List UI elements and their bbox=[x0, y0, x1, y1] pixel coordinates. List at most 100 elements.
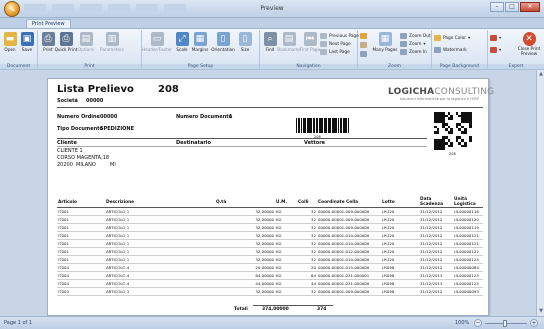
numero-documento-label: Numero Documento bbox=[176, 114, 233, 120]
pointer-tool-button[interactable] bbox=[360, 33, 367, 39]
table-cell: KG bbox=[275, 231, 297, 240]
last-page-button[interactable]: Last Page bbox=[320, 49, 350, 55]
page-color-dropdown[interactable]: Page Color ▾ bbox=[434, 35, 470, 41]
parameters-button[interactable]: ▥ Parameters bbox=[100, 32, 124, 52]
table-cell: 00000-00001-010-000000 bbox=[317, 255, 381, 264]
table-cell: 31/12/2012 bbox=[419, 247, 453, 256]
column-header: Unità Logistica bbox=[453, 197, 483, 208]
title-bar: ✎ Preview – □ ✕ bbox=[0, 0, 544, 18]
export-dropdown[interactable]: ▾ bbox=[490, 35, 501, 41]
table-cell: 32 bbox=[297, 223, 317, 232]
paint-bucket-icon bbox=[434, 35, 441, 41]
totals-quantity: 374,00000 bbox=[262, 307, 289, 312]
size-button[interactable]: ▯ Size bbox=[237, 32, 253, 52]
close-icon: ✕ bbox=[522, 32, 536, 46]
magnifier-icon bbox=[360, 51, 367, 57]
first-page-button[interactable]: ⏮ First Page bbox=[300, 32, 320, 52]
barcode-bar bbox=[296, 118, 298, 133]
table-cell: KG bbox=[275, 207, 297, 216]
table-row: IT001 ARTICOLO 1 32,00000 KG 32 00000-00001-0… bbox=[57, 231, 483, 240]
table-cell: 64 bbox=[297, 271, 317, 280]
magnifier-tool-button[interactable] bbox=[360, 51, 367, 57]
ribbon-group-zoom: ▦ Many Pages Zoom Out Zoom ▾ Zoom In Zoo… bbox=[358, 30, 432, 70]
zoom-in-button[interactable]: Zoom In bbox=[400, 49, 427, 55]
table-row: IT001 ARTICOLO 1 32,00000 KG 32 00000-00001-0… bbox=[57, 239, 483, 248]
table-cell: 00000-00001-009-000000 bbox=[317, 207, 381, 216]
table-cell: IT001 bbox=[57, 239, 105, 248]
hand-tool-button[interactable] bbox=[360, 42, 367, 48]
totals-label: Totali bbox=[234, 307, 248, 312]
divider bbox=[57, 138, 427, 139]
table-cell: 44,00000 bbox=[215, 279, 275, 288]
column-header: Colli bbox=[297, 197, 317, 208]
margins-button[interactable]: ▦ Margins bbox=[192, 32, 208, 52]
table-cell: 32 bbox=[297, 287, 317, 296]
next-page-button[interactable]: Next Page bbox=[320, 41, 351, 47]
table-cell: ARTICOLO 4 bbox=[105, 263, 215, 272]
header-footer-button[interactable]: ▭ Header/Footer bbox=[142, 32, 172, 52]
print-button[interactable]: ⎙ Print bbox=[40, 32, 56, 52]
barcode-bar bbox=[331, 118, 333, 133]
qr-module bbox=[469, 147, 472, 150]
table-cell: KG bbox=[275, 215, 297, 224]
close-window-button[interactable]: ✕ bbox=[520, 2, 540, 12]
scale-icon: ⤢ bbox=[175, 32, 189, 46]
page-indicator: Page 1 of 1 bbox=[4, 320, 33, 326]
bookmarks-button[interactable]: ▤ Bookmarks bbox=[277, 32, 301, 52]
scroll-down-icon[interactable]: ▼ bbox=[538, 308, 544, 315]
zoom-out-icon bbox=[400, 33, 407, 39]
many-pages-button[interactable]: ▦ Many Pages bbox=[373, 32, 397, 52]
zoom-slider-thumb[interactable] bbox=[503, 320, 507, 327]
table-cell: LR120 bbox=[381, 247, 419, 256]
find-button[interactable]: ⌕ Find bbox=[262, 32, 278, 52]
table-cell: UL00000124 bbox=[453, 255, 483, 264]
table-cell: 31/12/2012 bbox=[419, 263, 453, 272]
table-cell: 32 bbox=[297, 207, 317, 216]
save-button[interactable]: ▣ Save bbox=[19, 32, 35, 52]
vertical-scrollbar[interactable]: ▲ ▼ bbox=[536, 70, 544, 316]
table-cell: UL00000123 bbox=[453, 271, 483, 280]
zoom-out-button[interactable]: Zoom Out bbox=[400, 33, 431, 39]
previous-page-button[interactable]: Previous Page bbox=[320, 33, 359, 39]
table-cell: ARTICOLO 1 bbox=[105, 215, 215, 224]
table-cell: 20,00000 bbox=[215, 263, 275, 272]
table-cell: ARTICOLO 1 bbox=[105, 231, 215, 240]
table-cell: 31/12/2012 bbox=[419, 215, 453, 224]
watermark-button[interactable]: Watermark bbox=[434, 47, 467, 53]
bookmarks-icon: ▤ bbox=[282, 32, 296, 46]
orientation-button[interactable]: ▯ Orientation bbox=[211, 32, 235, 52]
qr-code-text: 208 bbox=[449, 152, 456, 156]
zoom-out-status-button[interactable]: − bbox=[474, 319, 482, 327]
close-print-preview-button[interactable]: ✕ Close Print Preview bbox=[516, 32, 542, 56]
options-button[interactable]: ▤ Options bbox=[78, 32, 94, 52]
table-cell: 32,00000 bbox=[215, 223, 275, 232]
send-dropdown[interactable]: ▾ bbox=[490, 47, 501, 53]
first-page-icon: ⏮ bbox=[303, 32, 317, 46]
table-row: IT001 ARTICOLO 1 32,00000 KG 32 00000-00001-0… bbox=[57, 223, 483, 232]
tab-print-preview[interactable]: Print Preview bbox=[26, 19, 71, 28]
barcode-bar bbox=[315, 118, 318, 133]
numero-ordine-value: 00000 bbox=[100, 114, 118, 120]
maximize-button[interactable]: □ bbox=[505, 2, 519, 12]
table-cell: LR120 bbox=[381, 239, 419, 248]
table-cell: 31/12/2012 bbox=[419, 239, 453, 248]
zoom-dropdown[interactable]: Zoom ▾ bbox=[400, 41, 426, 47]
table-cell: IT001 bbox=[57, 247, 105, 256]
table-cell: LR098 bbox=[381, 271, 419, 280]
table-cell: 00000-00001-009-000000 bbox=[317, 215, 381, 224]
zoom-in-status-button[interactable]: + bbox=[530, 319, 538, 327]
scroll-up-icon[interactable]: ▲ bbox=[538, 71, 544, 78]
zoom-in-icon bbox=[400, 49, 407, 55]
open-button[interactable]: ▬ Open bbox=[2, 32, 18, 52]
quick-print-button[interactable]: ⎙ Quick Print bbox=[55, 32, 77, 52]
table-cell: 32 bbox=[297, 231, 317, 240]
minimize-button[interactable]: – bbox=[490, 2, 504, 12]
find-icon: ⌕ bbox=[263, 32, 277, 46]
preview-workspace[interactable]: Lista Prelievo 208 Società 00000 LOGICHA… bbox=[0, 70, 536, 316]
scale-button[interactable]: ⤢ Scale bbox=[174, 32, 190, 52]
hand-icon bbox=[360, 42, 367, 48]
table-cell: 31/12/2012 bbox=[419, 255, 453, 264]
barcode-bar bbox=[321, 118, 323, 133]
next-arrow-icon bbox=[320, 41, 327, 47]
table-cell: IT004 bbox=[57, 263, 105, 272]
